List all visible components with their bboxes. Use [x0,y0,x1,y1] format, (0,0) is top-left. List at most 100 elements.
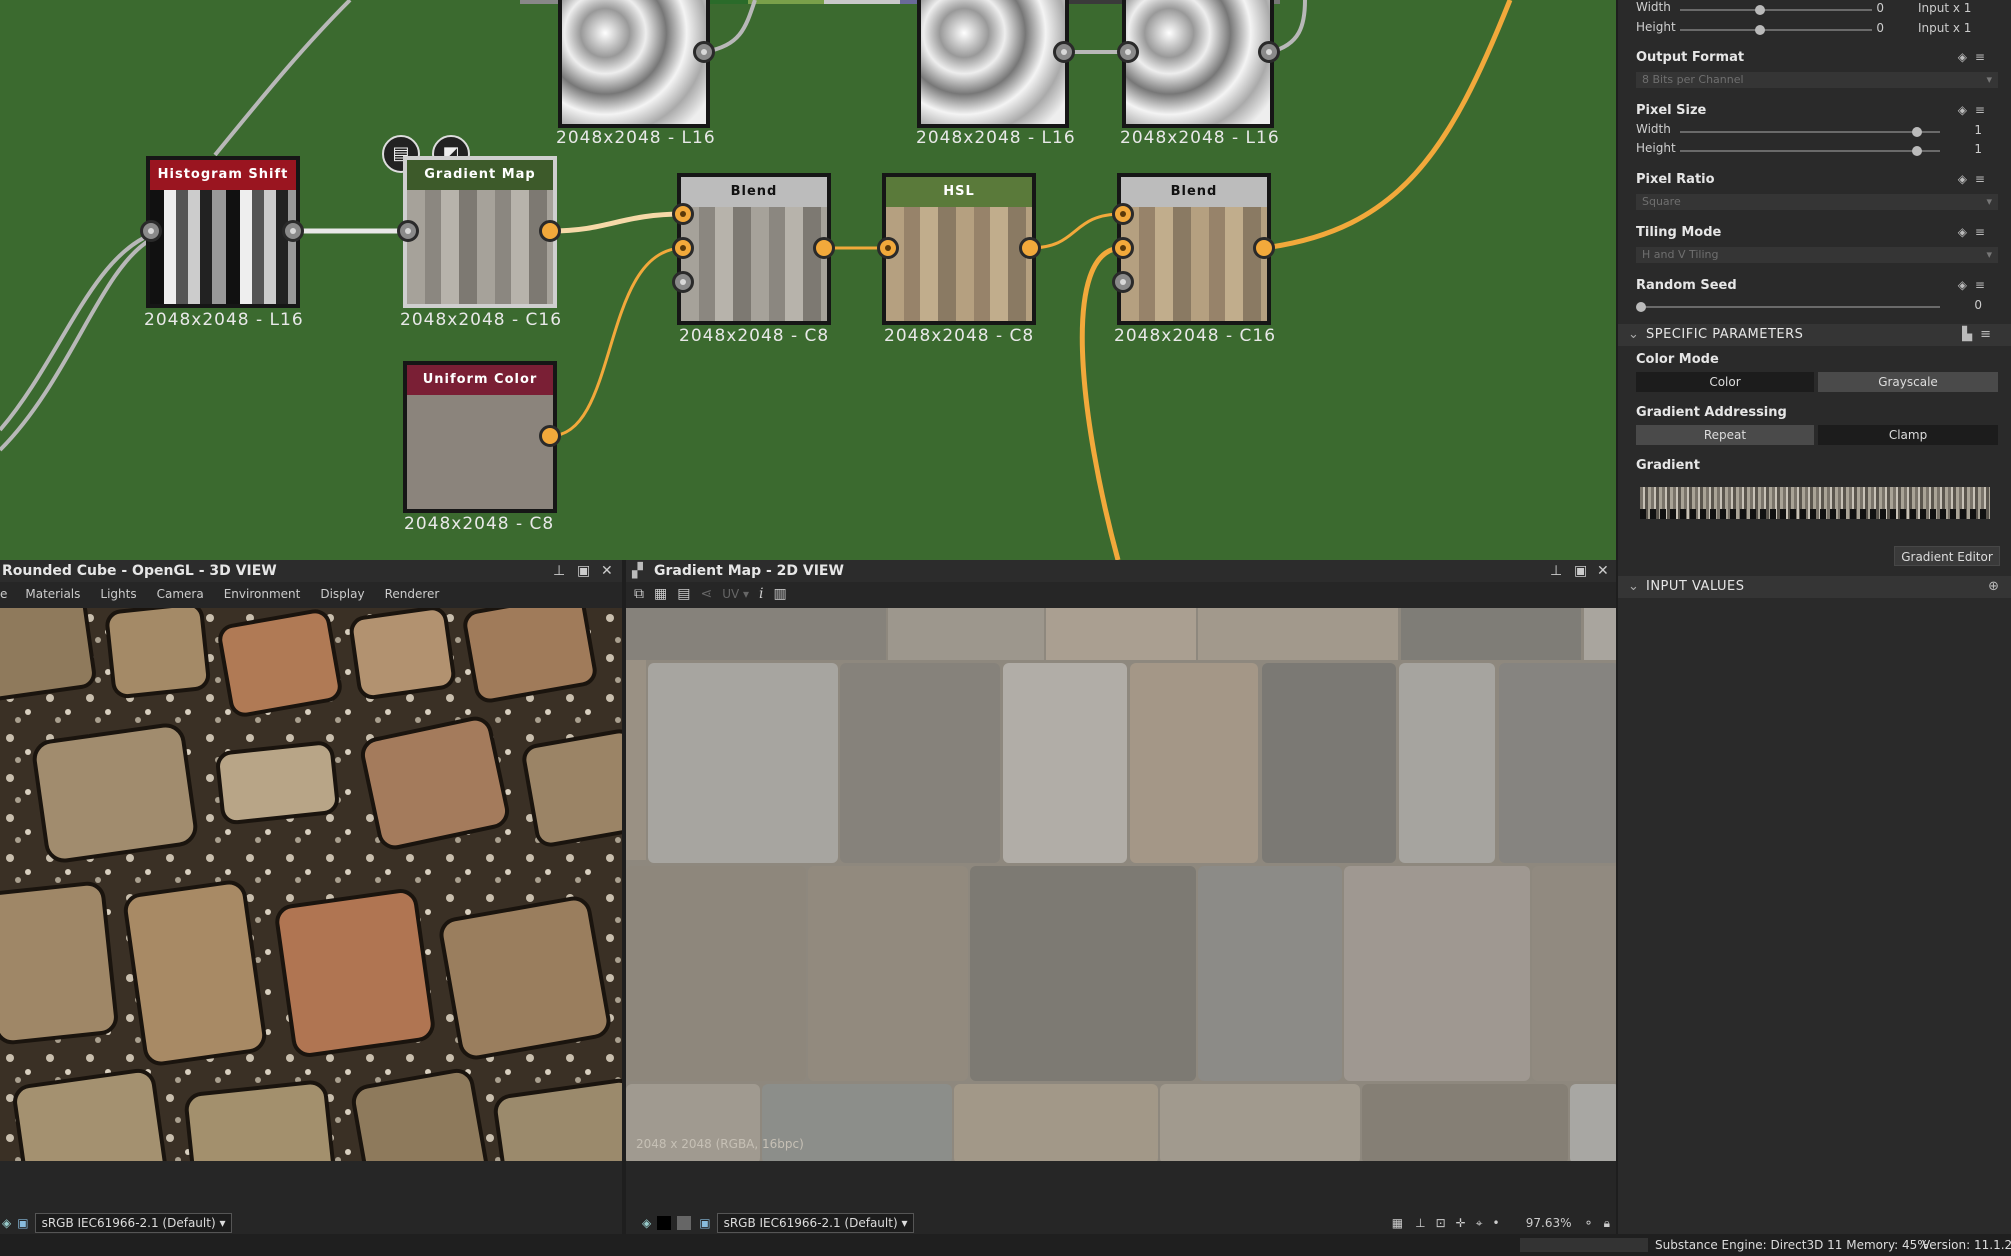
port-output[interactable] [539,425,561,447]
close-icon[interactable]: ✕ [601,560,613,582]
settings-dot-icon[interactable]: ⚬ [1584,1216,1594,1230]
param-options-icon[interactable]: ◈≡ [1958,103,1993,117]
pin-icon[interactable]: ⊥ [1550,560,1562,582]
save-icon[interactable]: ▦ [654,586,667,602]
port-input[interactable] [397,220,419,242]
port-output[interactable] [539,220,561,242]
menu-item-materials[interactable]: Materials [15,584,90,604]
port-input[interactable] [1117,41,1139,63]
node-gradient-map[interactable]: Gradient Map [403,156,557,308]
node-top-1[interactable] [558,0,710,128]
pixel-width-slider[interactable] [1680,131,1940,133]
layers-icon[interactable]: ◈ [2,1216,11,1230]
pixel-ratio-dropdown[interactable]: Square [1636,194,1998,210]
share-icon[interactable]: ⋖ [700,586,712,602]
random-seed-value[interactable]: 0 [1958,298,1982,312]
display-icon[interactable]: ▣ [699,1216,710,1230]
gradient-ramp[interactable] [1640,487,1990,519]
addressing-clamp-option[interactable]: Clamp [1818,425,1998,445]
color-mode-color-option[interactable]: Color [1636,372,1814,392]
color-mode-grayscale-option[interactable]: Grayscale [1818,372,1998,392]
menu-item[interactable]: e [0,584,15,604]
port-output[interactable] [1053,41,1075,63]
menu-item-environment[interactable]: Environment [214,584,311,604]
port-output[interactable] [813,237,835,259]
maximize-icon[interactable]: ▣ [577,560,590,582]
param-options-icon[interactable]: ◈≡ [1958,278,1993,292]
colorspace-dropdown[interactable]: sRGB IEC61966-2.1 (Default) ▾ [716,1213,915,1233]
view-2d-canvas[interactable]: 2048 x 2048 (RGBA, 16bpc) [626,608,1616,1161]
node-uniform-color[interactable]: Uniform Color [403,361,557,513]
layers-icon[interactable]: ◈ [642,1216,651,1230]
zoom-dot-icon[interactable]: • [1492,1216,1499,1230]
copy-view-icon[interactable]: ⧉ [634,586,644,602]
menu-item-camera[interactable]: Camera [147,584,214,604]
display-icon[interactable]: ▣ [17,1216,28,1230]
pixel-width-knob[interactable] [1912,127,1922,137]
black-bg-icon[interactable] [657,1216,672,1230]
center-icon[interactable]: ✛ [1456,1216,1466,1230]
width-slider-knob[interactable] [1755,5,1765,15]
histogram-icon[interactable]: ▥ [774,586,787,602]
port-output[interactable] [1258,41,1280,63]
section-options-icon[interactable]: ▙≡ [1962,324,1999,346]
port-input[interactable] [140,220,162,242]
random-seed-slider[interactable] [1640,306,1940,308]
clipboard-icon[interactable]: ▤ [677,586,690,602]
gray-bg-icon[interactable] [677,1216,692,1230]
add-icon[interactable]: ⊕ [1988,576,1999,598]
width-relative[interactable]: Input x 1 [1918,1,1990,15]
height-relative[interactable]: Input x 1 [1918,21,1990,35]
menu-item-lights[interactable]: Lights [90,584,146,604]
node-top-2[interactable] [917,0,1069,128]
node-blend-2[interactable]: Blend [1117,173,1271,325]
port-output[interactable] [1019,237,1041,259]
width-value[interactable]: 0 [1848,1,1884,15]
random-seed-knob[interactable] [1636,302,1646,312]
view-3d-canvas[interactable] [0,608,622,1161]
height-value[interactable]: 0 [1848,21,1884,35]
port-input[interactable] [672,271,694,293]
colorspace-dropdown[interactable]: sRGB IEC61966-2.1 (Default) ▾ [34,1213,233,1233]
node-histogram-shift[interactable]: Histogram Shift [146,156,300,308]
node-top-3[interactable] [1122,0,1274,128]
output-format-dropdown[interactable]: 8 Bits per Channel [1636,72,1998,88]
close-icon[interactable]: ✕ [1597,560,1609,582]
param-options-icon[interactable]: ◈≡ [1958,172,1993,186]
addressing-repeat-option[interactable]: Repeat [1636,425,1814,445]
port-output[interactable] [282,220,304,242]
info-icon[interactable]: i [759,586,763,602]
uv-dropdown[interactable]: UV ▾ [722,587,749,601]
port-input[interactable] [1112,237,1134,259]
pixel-width-value[interactable]: 1 [1958,123,1982,137]
node-blend-1[interactable]: Blend [677,173,831,325]
height-slider-knob[interactable] [1755,25,1765,35]
port-input[interactable] [1112,271,1134,293]
pixel-height-value[interactable]: 1 [1958,142,1982,156]
pixel-height-knob[interactable] [1912,146,1922,156]
zoom-level[interactable]: 97.63% [1512,1216,1572,1230]
port-input[interactable] [672,203,694,225]
node-hsl[interactable]: HSL [882,173,1036,325]
menu-item-renderer[interactable]: Renderer [375,584,450,604]
anchor-icon[interactable]: ⊥ [1415,1216,1425,1230]
param-options-icon[interactable]: ◈≡ [1958,50,1993,64]
menu-item-display[interactable]: Display [310,584,374,604]
pixel-height-slider[interactable] [1680,150,1940,152]
tiling-mode-dropdown[interactable]: H and V Tiling [1636,247,1998,263]
port-output[interactable] [693,41,715,63]
height-slider[interactable] [1680,29,1872,31]
width-slider[interactable] [1680,9,1872,11]
port-input[interactable] [672,237,694,259]
maximize-icon[interactable]: ▣ [1574,560,1587,582]
gradient-editor-button[interactable]: Gradient Editor [1894,546,2000,566]
lock-icon[interactable]: 🔒︎ [1604,1216,1610,1231]
port-output[interactable] [1253,237,1275,259]
port-input[interactable] [1112,203,1134,225]
node-graph[interactable]: 2048x2048 - L16 2048x2048 - L16 2048x204… [0,0,1616,560]
pan-icon[interactable]: ⌖ [1476,1216,1483,1231]
port-input[interactable] [877,237,899,259]
grid-icon[interactable]: ▦ [1392,1216,1403,1230]
fit-icon[interactable]: ⊡ [1436,1216,1446,1230]
pin-icon[interactable]: ⊥ [553,560,565,582]
